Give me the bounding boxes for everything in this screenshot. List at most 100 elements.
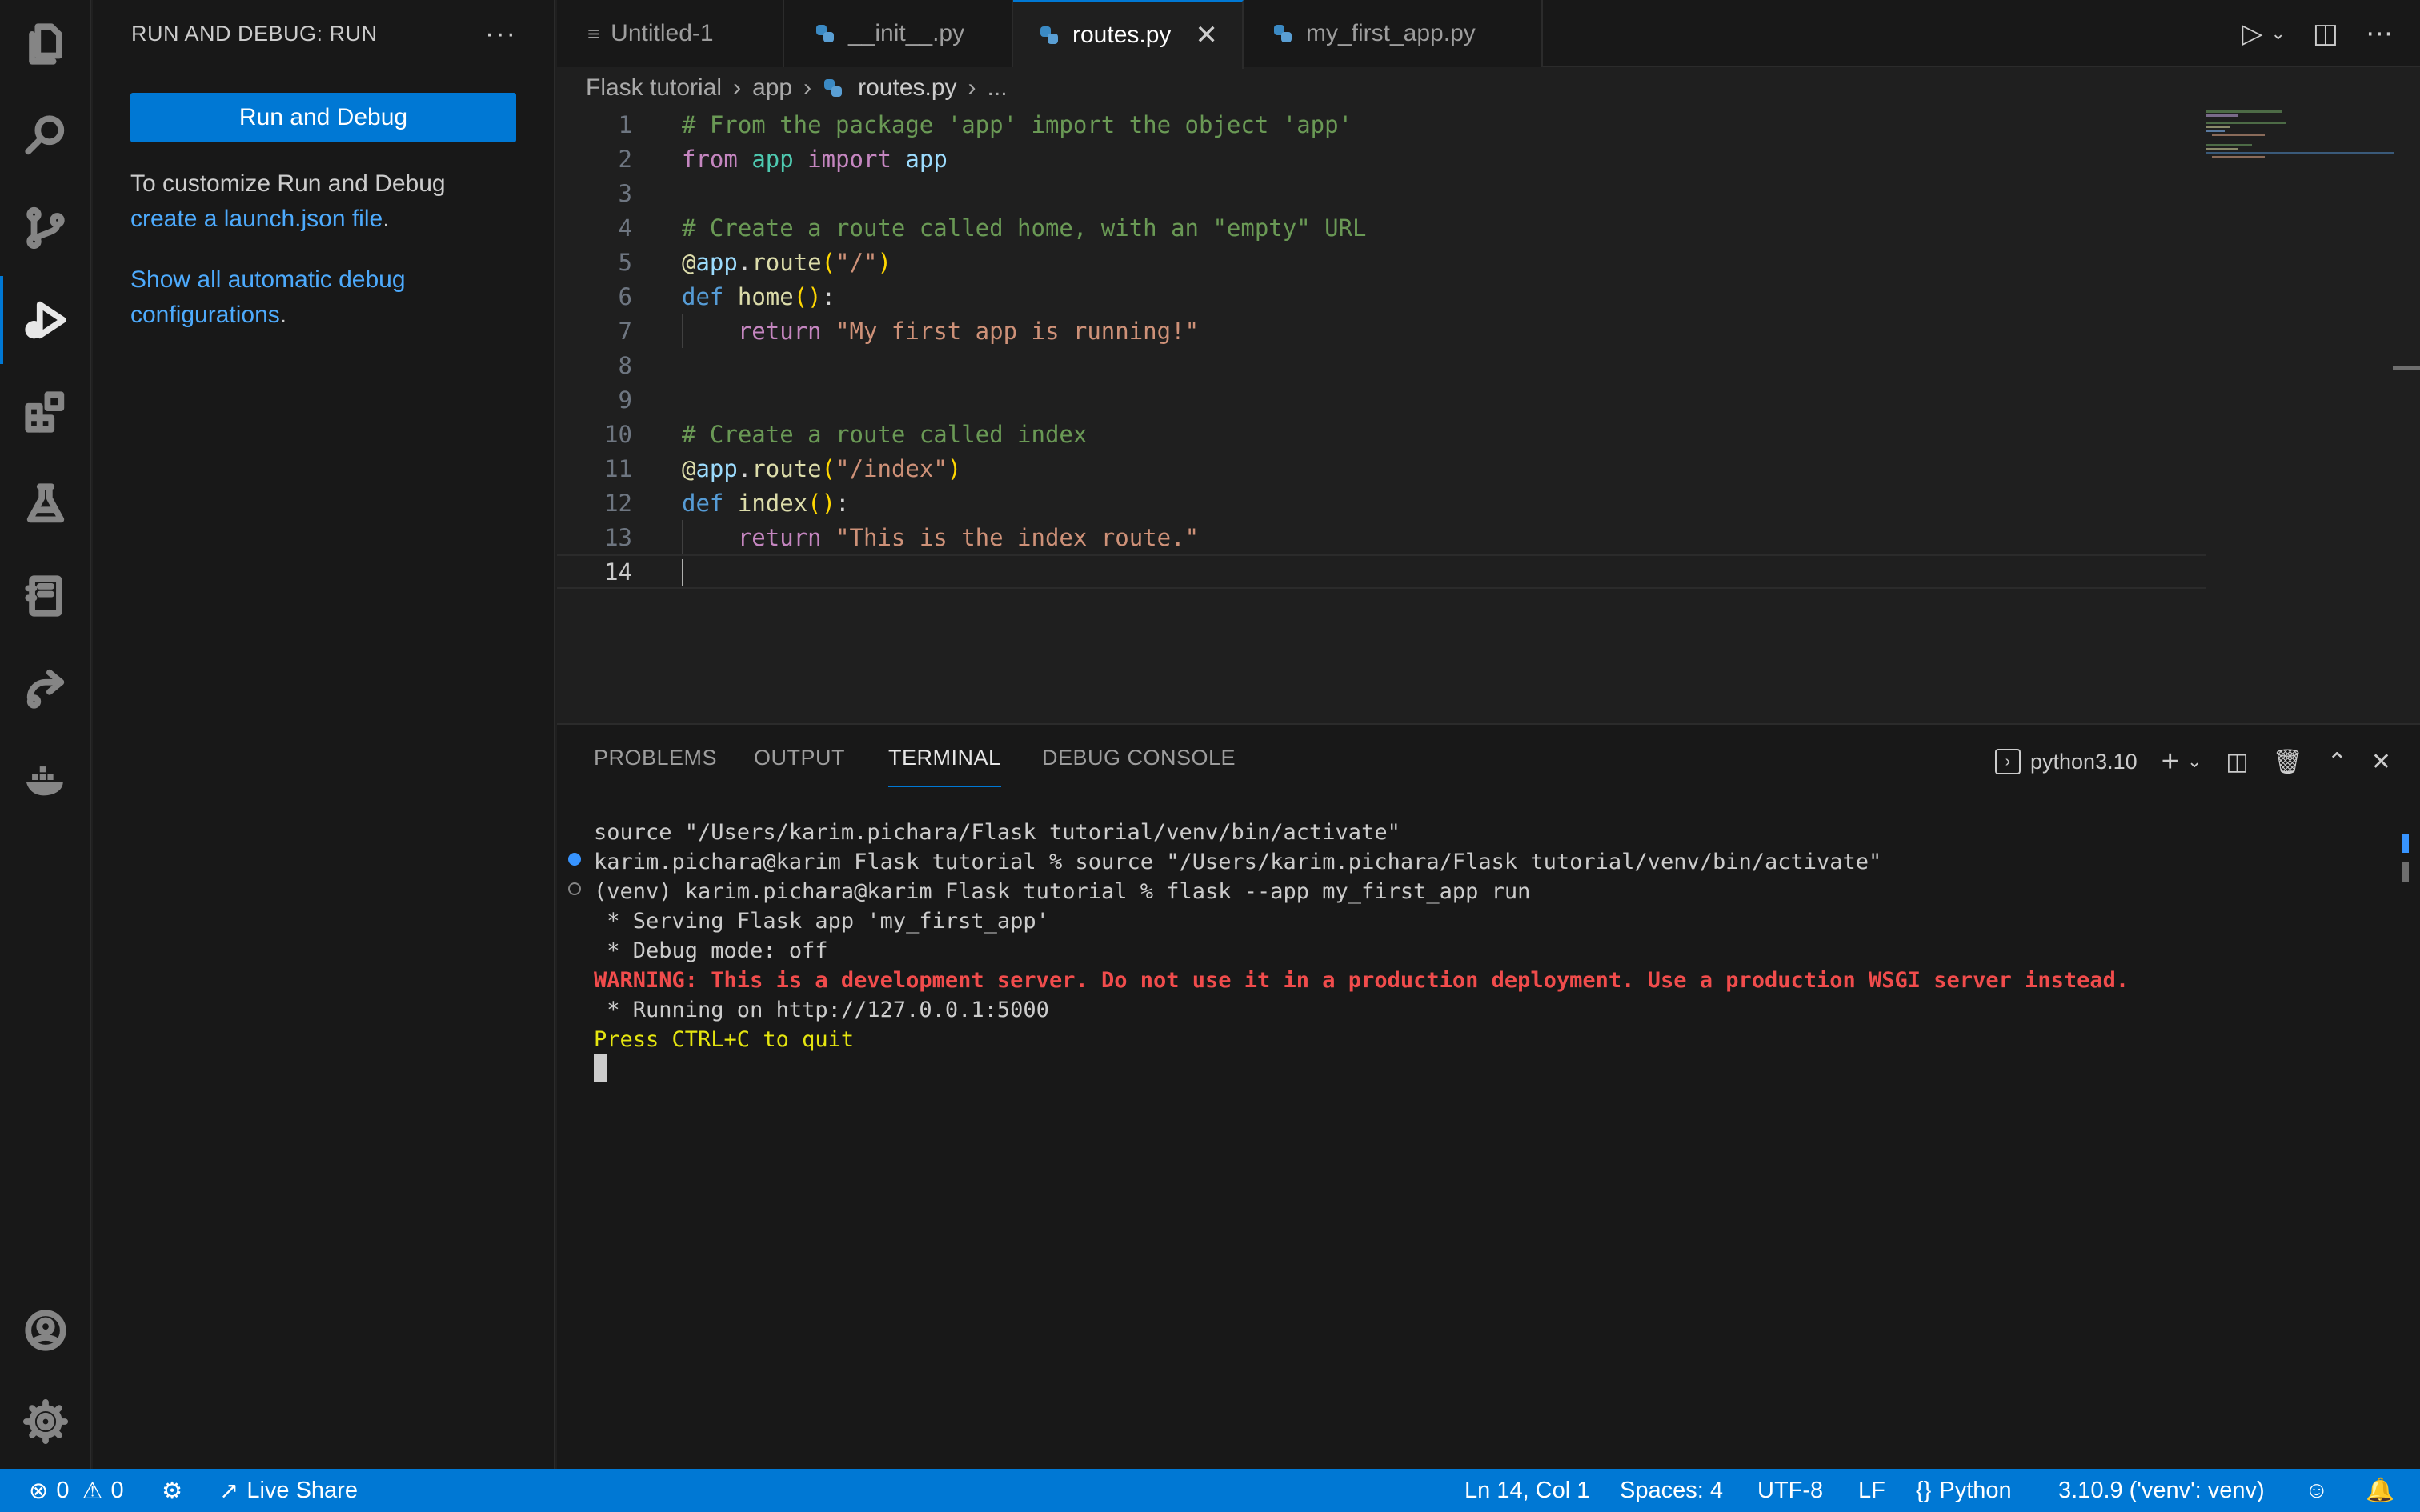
code-text: return "This is the index route." (737, 523, 1200, 551)
line-number: 13 (604, 523, 632, 551)
terminal-profile-label: python3.10 (2030, 749, 2138, 774)
accounts-icon[interactable] (0, 1286, 91, 1374)
maximize-panel-chevron-up-icon[interactable]: ⌃ (2327, 748, 2347, 776)
breadcrumb-subfolder[interactable]: app (752, 74, 792, 102)
live-share-icon[interactable] (0, 644, 91, 732)
code-line: 2 from app import app (557, 142, 2206, 176)
minimap[interactable] (2206, 107, 2398, 163)
terminal-icon: › (1995, 749, 2021, 774)
chevron-right-icon: › (968, 74, 976, 101)
cursor-position[interactable]: Ln 14, Col 1 (1464, 1469, 1589, 1512)
warning-count: 0 (110, 1477, 124, 1503)
activity-bar (0, 0, 91, 1469)
line-number: 4 (618, 214, 632, 242)
period: . (279, 302, 287, 328)
close-panel-icon[interactable]: ✕ (2371, 748, 2391, 776)
run-debug-icon[interactable] (0, 276, 91, 364)
notebook-icon[interactable] (0, 552, 91, 640)
breadcrumb-folder[interactable]: Flask tutorial (586, 74, 722, 102)
lines-icon: ≡ (587, 21, 600, 46)
run-python-file-icon[interactable]: ▷ (2242, 18, 2262, 50)
breadcrumb-more[interactable]: ... (988, 74, 1008, 102)
tab-untitled-1[interactable]: ≡ Untitled-1 (557, 0, 784, 67)
tab-terminal[interactable]: TERMINAL (888, 746, 1001, 787)
tab-my-first-app-py[interactable]: my_first_app.py (1244, 0, 1543, 67)
command-running-circle-icon[interactable] (568, 882, 581, 895)
show-all-debug-configs-link[interactable]: Show all automatic debug configurations (130, 266, 406, 328)
line-number: 6 (618, 282, 632, 310)
tab-problems[interactable]: PROBLEMS (594, 746, 717, 770)
line-ending[interactable]: LF (1858, 1469, 1885, 1512)
code-line: 4 # Create a route called home, with an … (557, 210, 2206, 245)
live-share-label: Live Share (246, 1477, 358, 1503)
tab-label: my_first_app.py (1306, 20, 1476, 46)
sidebar-title: RUN AND DEBUG: RUN (131, 21, 378, 46)
terminal-quit-line: Press CTRL+C to quit (594, 1027, 855, 1052)
line-number: 3 (618, 179, 632, 207)
split-terminal-icon[interactable]: ◫ (2226, 748, 2248, 776)
terminal-profile[interactable]: › python3.10 (1995, 749, 2138, 774)
settings-gear-icon[interactable] (0, 1378, 91, 1466)
code-editor[interactable]: 1 # From the package 'app' import the ob… (557, 107, 2420, 723)
code-text: def index(): (682, 489, 850, 517)
more-actions-button[interactable]: ··· (485, 18, 517, 50)
minimap-slider[interactable] (2206, 152, 2394, 154)
tab-debug-console[interactable]: DEBUG CONSOLE (1042, 746, 1236, 770)
create-launch-json-link[interactable]: create a launch.json file (130, 206, 383, 232)
terminal-line: * Running on http://127.0.0.1:5000 (594, 998, 1049, 1022)
chevron-down-icon[interactable]: ⌄ (2270, 23, 2285, 44)
command-success-dot-icon[interactable] (568, 853, 581, 866)
terminal-line: * Debug mode: off (594, 938, 828, 963)
terminal-line: (venv) karim.pichara@karim Flask tutoria… (594, 879, 1531, 904)
braces-icon: {} (1916, 1477, 1932, 1503)
python-interpreter[interactable]: 3.10.9 ('venv': venv) (2058, 1469, 2265, 1512)
problems-status[interactable]: ⊗ 0 ⚠ 0 (29, 1469, 124, 1512)
notifications-bell-icon[interactable]: 🔔 (2366, 1469, 2394, 1512)
line-number: 7 (618, 317, 632, 345)
language-label: Python (1939, 1477, 2012, 1503)
live-share-status[interactable]: ↗ Live Share (219, 1469, 358, 1512)
feedback-icon[interactable]: ☺ (2305, 1469, 2329, 1512)
code-line: 10 # Create a route called index (557, 417, 2206, 451)
new-terminal-plus-icon[interactable]: + (2162, 745, 2179, 779)
breadcrumb-file[interactable]: routes.py (858, 74, 956, 102)
tab-routes-py[interactable]: routes.py ✕ (1013, 0, 1244, 69)
line-number: 8 (618, 351, 632, 379)
overview-ruler-marker (2393, 366, 2420, 370)
tab-init-py[interactable]: __init__.py (784, 0, 1013, 67)
encoding[interactable]: UTF-8 (1757, 1469, 1823, 1512)
code-line: 5 @app.route("/") (557, 245, 2206, 279)
code-line: 8 (557, 348, 2206, 382)
code-line: 11 @app.route("/index") (557, 451, 2206, 486)
code-line: 3 (557, 176, 2206, 210)
terminal-scroll-marker (2402, 862, 2409, 882)
indentation[interactable]: Spaces: 4 (1620, 1469, 1723, 1512)
testing-icon[interactable] (0, 460, 91, 548)
docker-icon[interactable] (0, 736, 91, 824)
terminal-line: * Serving Flask app 'my_first_app' (594, 909, 1049, 934)
chevron-down-icon[interactable]: ⌄ (2187, 751, 2202, 772)
editor-tab-bar: ≡ Untitled-1 __init__.py routes.py ✕ my_… (557, 0, 2420, 69)
extensions-icon[interactable] (0, 368, 91, 456)
debug-status-icon[interactable]: ⚙ (162, 1469, 182, 1512)
text-cursor (682, 559, 683, 586)
terminal-warning-line: WARNING: This is a development server. D… (594, 968, 2130, 993)
line-number: 14 (604, 558, 632, 586)
tab-output[interactable]: OUTPUT (754, 746, 845, 770)
close-icon[interactable]: ✕ (1195, 19, 1218, 51)
language-mode[interactable]: {} Python (1916, 1469, 2012, 1512)
explorer-icon[interactable] (0, 0, 91, 88)
line-number: 10 (604, 420, 632, 448)
trash-icon[interactable]: 🗑 (2273, 748, 2303, 776)
terminal-line: source "/Users/karim.pichara/Flask tutor… (594, 820, 1400, 845)
search-icon[interactable] (0, 92, 91, 180)
customize-text-block: To customize Run and Debug create a laun… (130, 166, 523, 237)
source-control-icon[interactable] (0, 184, 91, 272)
run-and-debug-button[interactable]: Run and Debug (130, 93, 516, 142)
chevron-right-icon: › (803, 74, 812, 101)
code-line: 13 return "This is the index route." (557, 520, 2206, 554)
code-text: # Create a route called home, with an "e… (682, 214, 1367, 242)
run-debug-sidebar: RUN AND DEBUG: RUN ··· Run and Debug To … (93, 0, 555, 1469)
more-actions-icon[interactable]: ⋯ (2366, 18, 2393, 50)
split-editor-icon[interactable]: ◫ (2313, 18, 2338, 50)
